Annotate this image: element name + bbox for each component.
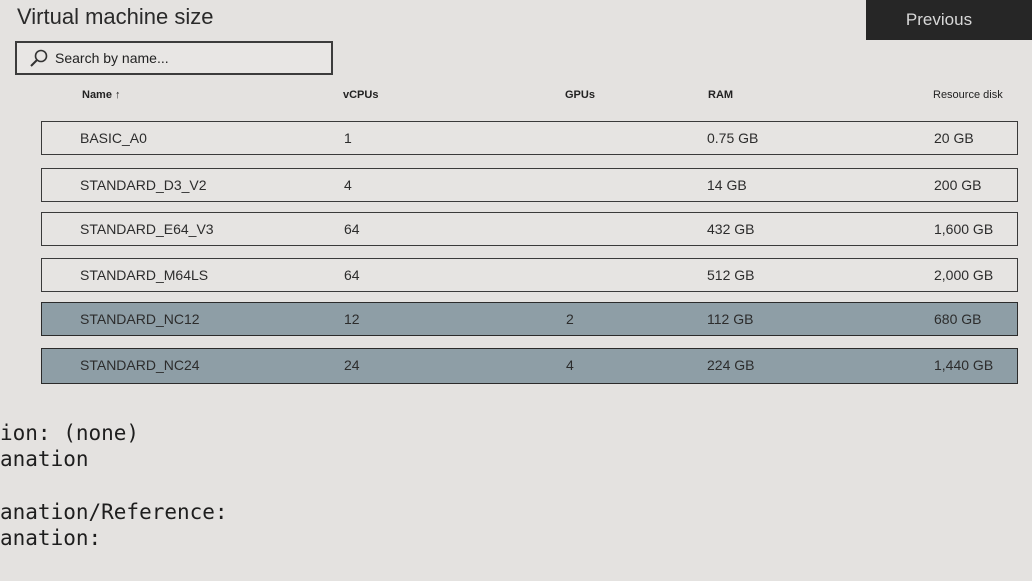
cell-name: STANDARD_M64LS xyxy=(80,267,209,283)
cell-vcpus: 24 xyxy=(344,357,360,373)
page-title: Virtual machine size xyxy=(17,4,214,29)
search-input[interactable] xyxy=(55,50,305,66)
explanation-reference-heading: anation/Reference: xyxy=(0,500,228,524)
cell-vcpus: 4 xyxy=(344,177,352,193)
table-row[interactable]: BASIC_A0 1 0.75 GB 20 GB xyxy=(41,121,1018,155)
column-header-vcpus[interactable]: vCPUs xyxy=(343,89,378,101)
cell-ram: 432 GB xyxy=(707,221,755,237)
cell-gpus: 2 xyxy=(566,311,574,327)
table-header: Name ↑ vCPUs GPUs RAM Resource disk xyxy=(0,89,1032,109)
cell-resource-disk: 1,440 GB xyxy=(934,357,994,373)
column-header-gpus[interactable]: GPUs xyxy=(565,89,595,101)
table-row[interactable]: STANDARD_M64LS 64 512 GB 2,000 GB xyxy=(41,258,1018,292)
cell-resource-disk: 20 GB xyxy=(934,130,974,146)
cell-ram: 512 GB xyxy=(707,267,755,283)
cell-name: BASIC_A0 xyxy=(80,130,147,146)
explanation-heading: anation xyxy=(0,447,89,471)
cell-resource-disk: 2,000 GB xyxy=(934,267,994,283)
search-icon xyxy=(30,49,48,67)
table-row[interactable]: STANDARD_D3_V2 4 14 GB 200 GB xyxy=(41,168,1018,202)
cell-resource-disk: 1,600 GB xyxy=(934,221,994,237)
table-row[interactable]: STANDARD_E64_V3 64 432 GB 1,600 GB xyxy=(41,212,1018,246)
cell-ram: 224 GB xyxy=(707,357,755,373)
column-header-ram[interactable]: RAM xyxy=(708,89,733,101)
cell-name: STANDARD_E64_V3 xyxy=(80,221,214,237)
column-header-name[interactable]: Name ↑ xyxy=(82,89,121,101)
cell-vcpus: 1 xyxy=(344,130,352,146)
cell-vcpus: 64 xyxy=(344,267,360,283)
cell-resource-disk: 680 GB xyxy=(934,311,982,327)
explanation-text: anation: xyxy=(0,526,102,550)
search-box[interactable] xyxy=(15,41,333,75)
cell-gpus: 4 xyxy=(566,357,574,373)
table-row[interactable]: STANDARD_NC12 12 2 112 GB 680 GB xyxy=(41,302,1018,336)
previous-button[interactable]: Previous xyxy=(866,0,1032,40)
cell-ram: 14 GB xyxy=(707,177,747,193)
cell-resource-disk: 200 GB xyxy=(934,177,982,193)
cell-name: STANDARD_NC24 xyxy=(80,357,200,373)
table-row[interactable]: STANDARD_NC24 24 4 224 GB 1,440 GB xyxy=(41,348,1018,384)
cell-name: STANDARD_D3_V2 xyxy=(80,177,207,193)
column-header-resource-disk[interactable]: Resource disk xyxy=(933,89,1003,101)
cell-vcpus: 64 xyxy=(344,221,360,237)
cell-ram: 112 GB xyxy=(707,311,754,327)
cell-name: STANDARD_NC12 xyxy=(80,311,200,327)
cell-ram: 0.75 GB xyxy=(707,130,759,146)
question-option-text: ion: (none) xyxy=(0,421,140,445)
cell-vcpus: 12 xyxy=(344,311,360,327)
